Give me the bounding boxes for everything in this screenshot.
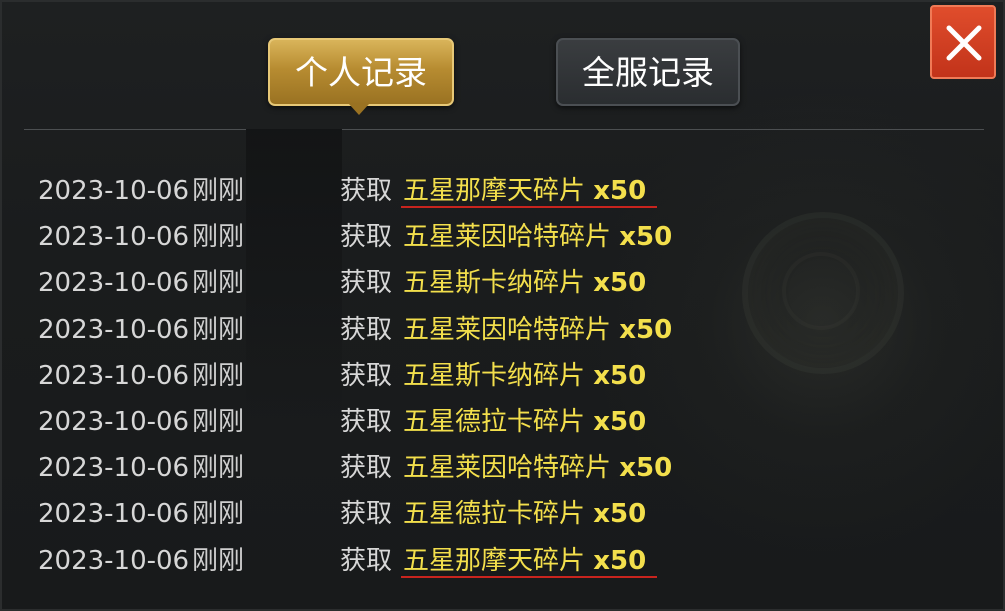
record-time: 刚刚 (192, 545, 245, 576)
record-item-qty: x50 (619, 314, 673, 345)
record-time: 刚刚 (192, 176, 245, 206)
record-action: 获取 (340, 499, 393, 530)
record-row: 2023-10-06 刚刚 获取 五星莱因哈特碎片 x50 (2, 307, 1005, 353)
record-row: 2023-10-06 刚刚 获取 五星斯卡纳碎片 x50 (2, 353, 1005, 399)
record-date: 2023-10-06 (38, 545, 190, 576)
record-item-name: 五星莱因哈特碎片 (403, 314, 612, 345)
record-item-qty: x50 (593, 360, 647, 391)
record-action: 获取 (340, 268, 393, 299)
record-highlight-underline (401, 575, 657, 578)
tab-server-records[interactable]: 全服记录 (556, 38, 740, 106)
record-item-qty: x50 (593, 176, 647, 206)
record-action: 获取 (340, 176, 393, 206)
record-date: 2023-10-06 (38, 176, 190, 206)
record-action: 获取 (340, 222, 393, 253)
record-item-name: 五星斯卡纳碎片 (403, 360, 586, 391)
record-item: 五星莱因哈特碎片 x50 (403, 307, 672, 353)
record-action: 获取 (340, 453, 393, 484)
record-date: 2023-10-06 (38, 360, 190, 391)
record-time: 刚刚 (192, 268, 245, 299)
record-action: 获取 (340, 360, 393, 391)
record-item-name: 五星莱因哈特碎片 (403, 453, 612, 484)
record-date: 2023-10-06 (38, 314, 190, 345)
record-time: 刚刚 (192, 222, 245, 253)
record-time: 刚刚 (192, 499, 245, 530)
record-time: 刚刚 (192, 406, 245, 437)
record-item: 五星德拉卡碎片 x50 (403, 491, 646, 537)
record-item: 五星斯卡纳碎片 x50 (403, 353, 646, 399)
record-item: 五星莱因哈特碎片 x50 (403, 214, 672, 260)
record-item-qty: x50 (619, 453, 673, 484)
close-x-icon (946, 25, 982, 61)
record-item: 五星斯卡纳碎片 x50 (403, 260, 646, 306)
record-item-name: 五星德拉卡碎片 (403, 406, 586, 437)
active-tab-pointer-icon (349, 104, 369, 115)
record-row: 2023-10-06 刚刚 获取 五星那摩天碎片 x50 (2, 538, 1005, 584)
record-date: 2023-10-06 (38, 453, 190, 484)
record-date: 2023-10-06 (38, 406, 190, 437)
header-divider-left (24, 129, 246, 130)
records-panel: 个人记录 全服记录 2023-10-06 刚刚 获取 五星那摩天碎片 x50 2023-… (0, 0, 1005, 611)
tab-personal-label: 个人记录 (295, 53, 427, 92)
record-row: 2023-10-06 刚刚 获取 五星德拉卡碎片 x50 (2, 399, 1005, 445)
record-item-name: 五星德拉卡碎片 (403, 499, 586, 530)
record-highlight-underline (401, 206, 657, 208)
record-time: 刚刚 (192, 314, 245, 345)
record-item-qty: x50 (619, 222, 673, 253)
record-item-name: 五星莱因哈特碎片 (403, 222, 612, 253)
record-row: 2023-10-06 刚刚 获取 五星莱因哈特碎片 x50 (2, 445, 1005, 491)
record-item: 五星莱因哈特碎片 x50 (403, 445, 672, 491)
record-item-qty: x50 (593, 545, 647, 576)
tab-personal-records[interactable]: 个人记录 (268, 38, 454, 106)
record-item-name: 五星那摩天碎片 (403, 176, 586, 206)
record-item-qty: x50 (593, 499, 647, 530)
record-item-name: 五星那摩天碎片 (403, 545, 586, 576)
record-item: 五星德拉卡碎片 x50 (403, 399, 646, 445)
record-time: 刚刚 (192, 453, 245, 484)
record-action: 获取 (340, 314, 393, 345)
record-row: 2023-10-06 刚刚 获取 五星那摩天碎片 x50 (2, 168, 1005, 214)
record-action: 获取 (340, 406, 393, 437)
record-time: 刚刚 (192, 360, 245, 391)
record-date: 2023-10-06 (38, 268, 190, 299)
record-row: 2023-10-06 刚刚 获取 五星德拉卡碎片 x50 (2, 491, 1005, 537)
header-divider-right (342, 129, 984, 130)
record-row: 2023-10-06 刚刚 获取 五星莱因哈特碎片 x50 (2, 214, 1005, 260)
record-date: 2023-10-06 (38, 222, 190, 253)
record-item-qty: x50 (593, 406, 647, 437)
record-item-qty: x50 (593, 268, 647, 299)
close-button[interactable] (930, 5, 996, 79)
record-list: 2023-10-06 刚刚 获取 五星那摩天碎片 x50 2023-10-06 刚刚 获取五… (2, 168, 1005, 584)
tab-server-label: 全服记录 (582, 53, 714, 92)
record-action: 获取 (340, 545, 393, 576)
record-item-name: 五星斯卡纳碎片 (403, 268, 586, 299)
record-date: 2023-10-06 (38, 499, 190, 530)
record-row: 2023-10-06 刚刚 获取 五星斯卡纳碎片 x50 (2, 260, 1005, 306)
